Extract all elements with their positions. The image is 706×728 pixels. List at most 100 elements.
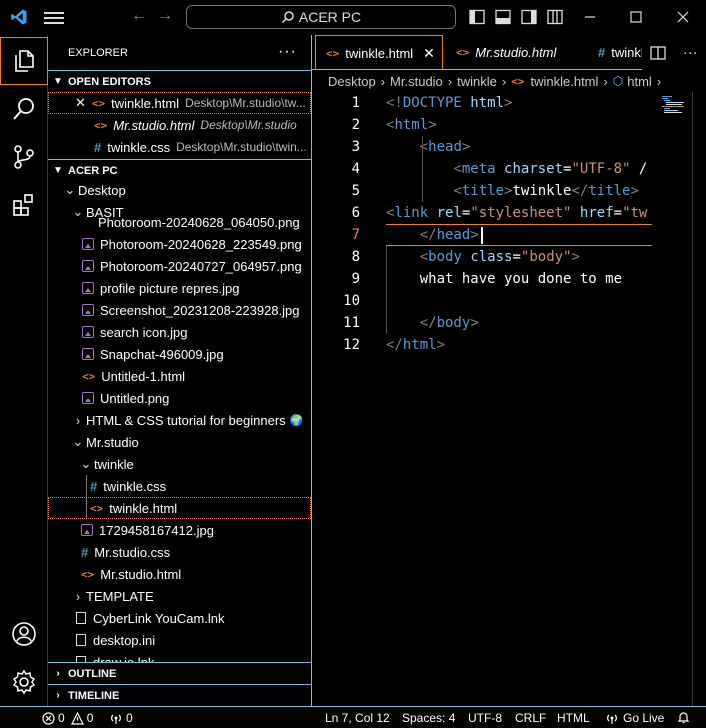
encoding[interactable]: UTF-8 bbox=[468, 711, 502, 725]
code-token: = bbox=[613, 205, 623, 221]
file-item[interactable]: <> Untitled-1.html bbox=[48, 365, 311, 387]
file-item[interactable]: profile picture repres.jpg bbox=[48, 277, 311, 299]
cursor-position[interactable]: Ln 7, Col 12 bbox=[325, 711, 390, 725]
minimap[interactable] bbox=[662, 96, 692, 116]
code-token: meta bbox=[461, 161, 505, 177]
close-window-icon[interactable] bbox=[674, 8, 692, 26]
code-line[interactable]: <head> bbox=[386, 136, 471, 158]
css-file-icon: # bbox=[598, 45, 606, 60]
file-item-cut[interactable]: Photoroom-20240628_064050.png bbox=[48, 218, 311, 230]
breadcrumb-item[interactable]: Desktop bbox=[328, 74, 376, 89]
code-editor[interactable]: 1 2 3 4 5 6 7 8 9 10 11 12 <!DOCTYPE html> <html> <h… bbox=[312, 92, 706, 706]
code-line[interactable]: <body class="body"> bbox=[386, 246, 580, 268]
hamburger-menu-icon[interactable] bbox=[44, 9, 64, 25]
close-tab-icon[interactable]: ✕ bbox=[423, 45, 435, 62]
toggle-secondary-sidebar-icon[interactable] bbox=[521, 9, 537, 25]
explorer-icon[interactable] bbox=[0, 37, 48, 85]
line-number: 7 bbox=[351, 227, 360, 243]
more-actions-icon[interactable]: ··· bbox=[683, 44, 698, 61]
folder-twinkle[interactable]: ⌄ twinkle bbox=[48, 453, 311, 475]
maximize-icon[interactable] bbox=[627, 8, 645, 26]
code-line[interactable]: <html> bbox=[386, 114, 437, 136]
code-line[interactable]: <meta charset="UTF-8" / bbox=[386, 158, 647, 180]
file-item[interactable]: Photoroom-20240727_064957.png bbox=[48, 255, 311, 277]
line-number: 6 bbox=[351, 205, 360, 221]
close-editor-icon[interactable]: ✕ bbox=[75, 95, 86, 111]
folder-name: twinkle bbox=[94, 456, 134, 472]
folder-desktop[interactable]: ⌄ Desktop bbox=[48, 179, 311, 201]
problems-indicator[interactable]: 0 0 bbox=[42, 711, 93, 725]
code-line[interactable]: </html> bbox=[386, 334, 445, 356]
code-line[interactable]: <!DOCTYPE html> bbox=[386, 92, 512, 114]
editor-scrollbar[interactable] bbox=[692, 92, 706, 706]
ports-indicator[interactable]: 0 bbox=[109, 711, 133, 725]
language-mode[interactable]: HTML bbox=[557, 711, 590, 725]
warning-count: 0 bbox=[86, 711, 94, 725]
file-twinkle-css[interactable]: # twinkle.css bbox=[48, 475, 311, 497]
open-editor-item[interactable]: # twinkle.css Desktop\Mr.studio\twin... bbox=[48, 136, 311, 158]
css-file-icon: # bbox=[81, 544, 89, 560]
code-token: > bbox=[461, 139, 471, 155]
toggle-panel-icon[interactable] bbox=[495, 9, 511, 25]
customize-layout-icon[interactable] bbox=[547, 9, 563, 25]
html-file-icon: <> bbox=[511, 74, 525, 88]
code-token: "body" bbox=[520, 249, 572, 265]
file-item[interactable]: CyberLink YouCam.lnk bbox=[48, 607, 311, 629]
file-item[interactable]: # Mr.studio.css bbox=[48, 541, 311, 563]
file-item[interactable]: desktop.ini bbox=[48, 629, 311, 651]
back-arrow-icon[interactable]: ← bbox=[131, 7, 147, 25]
html-file-icon: <> bbox=[90, 501, 104, 515]
minimize-icon[interactable] bbox=[581, 8, 599, 26]
file-item[interactable]: <> Mr.studio.html bbox=[48, 563, 311, 585]
code-line[interactable]: <title>twinkle</title> bbox=[386, 180, 639, 202]
workspace-header[interactable]: ▼ ACER PC bbox=[48, 159, 311, 181]
open-editor-item[interactable]: ✕ <> twinkle.html Desktop\Mr.studio\tw..… bbox=[48, 92, 311, 114]
globe-icon: 🌍 bbox=[289, 414, 304, 427]
tab-twinkle-html[interactable]: <> twinkle.html ✕ bbox=[315, 35, 443, 70]
breadcrumb-item[interactable]: html bbox=[627, 74, 652, 89]
folder-html-css[interactable]: › HTML & CSS tutorial for beginners 🌍 bbox=[48, 409, 311, 431]
split-editor-icon[interactable] bbox=[650, 45, 666, 61]
manage-gear-icon[interactable] bbox=[0, 658, 48, 706]
chevron-right-icon: › bbox=[75, 412, 81, 428]
chevron-right-icon: › bbox=[56, 690, 60, 701]
more-actions-icon[interactable]: ··· bbox=[278, 43, 297, 61]
file-item[interactable]: search icon.jpg bbox=[48, 321, 311, 343]
file-item[interactable]: Photoroom-20240628_223549.png bbox=[48, 233, 311, 255]
go-live-button[interactable]: Go Live bbox=[605, 711, 664, 725]
open-editor-path: Desktop\Mr.studio\twin... bbox=[176, 140, 307, 154]
file-item[interactable]: Untitled.png bbox=[48, 387, 311, 409]
file-item[interactable]: Screenshot_20231208-223928.jpg bbox=[48, 299, 311, 321]
breadcrumb-item[interactable]: twinkle.html bbox=[530, 74, 598, 89]
code-line[interactable]: <link rel="stylesheet" href="tw bbox=[386, 202, 647, 224]
indentation[interactable]: Spaces: 4 bbox=[402, 711, 455, 725]
file-twinkle-html[interactable]: <> twinkle.html bbox=[48, 497, 311, 519]
breadcrumb-item[interactable]: twinkle bbox=[457, 74, 497, 89]
line-endings[interactable]: CRLF bbox=[515, 711, 546, 725]
file-name: Photoroom-20240628_064050.png bbox=[98, 218, 300, 230]
outline-header[interactable]: › OUTLINE bbox=[48, 662, 311, 684]
open-editors-header[interactable]: ▼ OPEN EDITORS bbox=[48, 70, 311, 92]
notifications-bell-icon[interactable] bbox=[677, 711, 690, 724]
code-line[interactable]: </body> bbox=[386, 312, 479, 334]
timeline-header[interactable]: › TIMELINE bbox=[48, 684, 311, 706]
forward-arrow-icon[interactable]: → bbox=[157, 7, 173, 25]
go-live-label: Go Live bbox=[623, 711, 665, 725]
folder-name: Desktop bbox=[78, 182, 126, 198]
breadcrumb-item[interactable]: Mr.studio bbox=[390, 74, 443, 89]
code-line[interactable]: what have you done to me bbox=[386, 268, 622, 290]
extensions-icon[interactable] bbox=[0, 181, 48, 229]
folder-mrstudio[interactable]: ⌄ Mr.studio bbox=[48, 431, 311, 453]
open-editor-item[interactable]: <> Mr.studio.html Desktop\Mr.studio bbox=[48, 114, 311, 136]
folder-template[interactable]: › TEMPLATE bbox=[48, 585, 311, 607]
search-activity-icon[interactable] bbox=[0, 85, 48, 133]
source-control-icon[interactable] bbox=[0, 133, 48, 181]
chevron-right-icon: › bbox=[75, 588, 81, 604]
file-item[interactable]: Snapchat-496009.jpg bbox=[48, 343, 311, 365]
open-editor-path: Desktop\Mr.studio\tw... bbox=[185, 96, 306, 110]
command-center-search[interactable]: ACER PC bbox=[186, 5, 456, 29]
toggle-primary-sidebar-icon[interactable] bbox=[469, 9, 485, 25]
accounts-icon[interactable] bbox=[0, 610, 48, 658]
file-item[interactable]: 1729458167412.jpg bbox=[48, 519, 311, 541]
tab-mrstudio-html[interactable]: <> Mr.studio.html bbox=[446, 35, 586, 70]
